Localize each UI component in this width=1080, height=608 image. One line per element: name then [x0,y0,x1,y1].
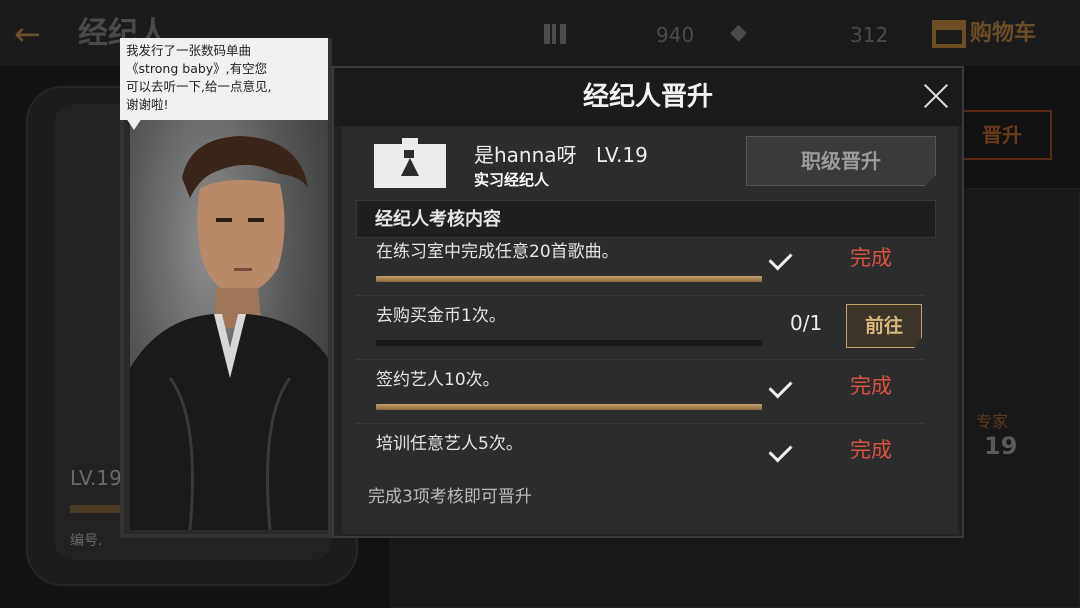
agent-rank: 实习经纪人 [474,171,550,189]
check-icon [768,374,796,402]
speech-line: 《strong baby》,有空您 [126,61,268,76]
check-icon [768,246,796,274]
task-text: 签约艺人10次。 [376,370,500,390]
speech-line: 我发行了一张数码单曲 [126,43,252,58]
task-item: 去购买金币1次。 0/1 前往 [356,296,924,360]
speech-line: 可以去听一下,给一点意见, [126,79,272,94]
task-progress-bar [376,340,762,346]
section-header: 经纪人考核内容 [356,200,936,238]
task-list[interactable]: 在练习室中完成任意20首歌曲。 完成 去购买金币1次。 0/1 前往 签约艺人1… [356,238,936,464]
speech-bubble: 我发行了一张数码单曲 《strong baby》,有空您 可以去听一下,给一点意… [120,38,328,120]
cart-button[interactable]: 购物车 [932,14,1036,54]
speech-line: 谢谢啦! [126,97,169,112]
stat-value-1: 940 [656,23,695,47]
modal-title: 经纪人晋升 [582,82,713,112]
expert-label: 专家 [976,412,1009,431]
background-card-level: LV.19 [70,466,122,490]
task-progress-bar [376,276,762,282]
speech-bubble-tail [126,118,142,130]
modal-header: 经纪人晋升 [334,68,962,126]
task-progress-bar [376,404,762,410]
task-progress-fill [376,276,762,282]
artist-portrait-image [130,136,328,530]
cart-icon [932,20,966,48]
footer-note: 完成3项考核即可晋升 [368,487,532,507]
background-promote-button: 晋升 [952,110,1052,160]
task-text: 培训任意艺人5次。 [376,434,523,454]
task-item: 在练习室中完成任意20首歌曲。 完成 [356,238,924,296]
expert-value: 19 [984,432,1018,460]
go-button[interactable]: 前往 [846,304,922,348]
close-icon[interactable] [920,80,952,112]
diamond-icon: ◆ [730,20,747,45]
task-count: 0/1 [790,311,823,335]
agent-card-icon [374,138,446,188]
agent-name: 是hanna呀 [474,143,577,167]
promotion-modal: 经纪人晋升 是hanna呀 LV.19 实习经纪人 职级晋升 经纪人考核内容 在… [332,66,964,538]
check-icon [768,438,796,464]
back-arrow-icon[interactable]: ← [14,14,41,54]
task-item: 培训任意艺人5次。 完成 [356,424,924,464]
task-status: 完成 [850,438,892,462]
cart-label: 购物车 [970,21,1037,46]
stat-value-2: 312 [850,23,889,47]
background-card-id-label: 编号. [70,533,103,549]
agent-level: LV.19 [596,143,648,167]
artist-portrait [130,118,328,530]
section-title: 经纪人考核内容 [375,209,501,230]
task-status: 完成 [850,246,892,270]
task-status: 完成 [850,374,892,398]
agent-card-icon-square [404,150,414,158]
task-text: 在练习室中完成任意20首歌曲。 [376,242,619,262]
task-item: 签约艺人10次。 完成 [356,360,924,424]
task-text: 去购买金币1次。 [376,306,506,326]
task-progress-fill [376,404,762,410]
bars-icon [544,24,566,44]
agent-card-icon-notch [402,138,418,148]
rank-promote-button[interactable]: 职级晋升 [746,136,936,186]
agent-card-icon-triangle [401,158,419,176]
